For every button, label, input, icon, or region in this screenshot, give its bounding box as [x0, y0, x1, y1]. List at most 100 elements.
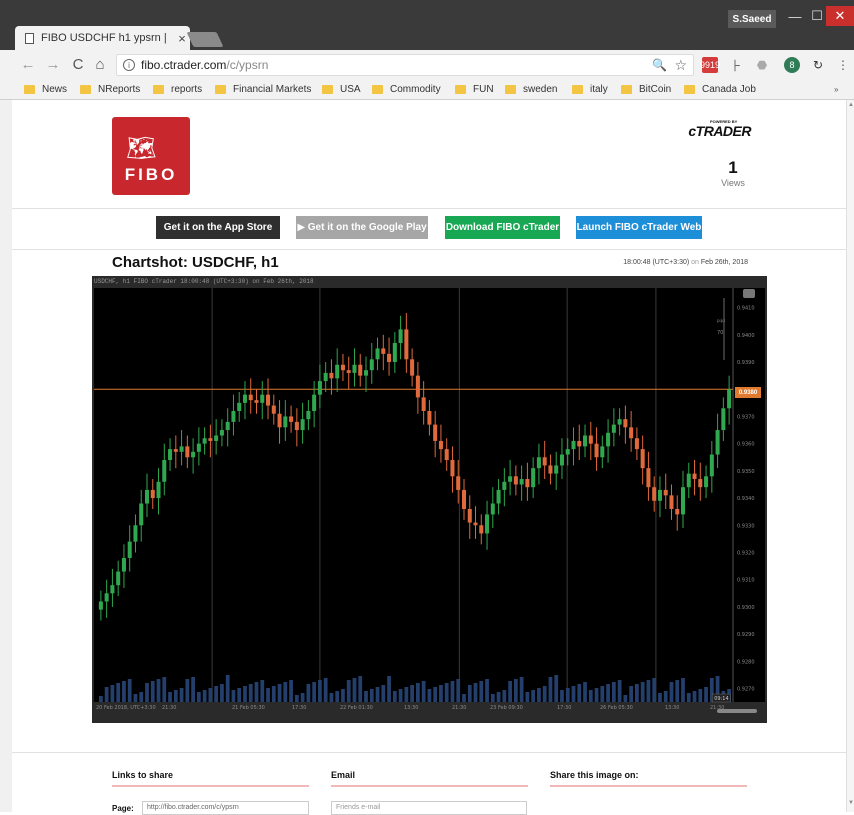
new-tab-button[interactable]	[186, 32, 224, 47]
volume-bar	[548, 677, 553, 702]
address-bar[interactable]: i fibo.ctrader.com/c/ypsrn 🔍 ☆	[116, 54, 694, 76]
forward-arrow-icon[interactable]: →	[45, 56, 61, 73]
volume-bar	[663, 691, 668, 702]
candle-body	[375, 348, 380, 360]
launch-web-button[interactable]: Launch FIBO cTrader Web	[576, 216, 702, 239]
volume-bar	[611, 682, 616, 702]
candle-body	[444, 449, 449, 460]
candle-body	[179, 446, 184, 452]
bookmark-fun[interactable]: FUN	[455, 84, 494, 95]
title-bar: FIBO USDCHF h1 ypsrn | × S.Saeed — ☐ ✕	[0, 0, 854, 50]
volume-bar	[640, 682, 645, 702]
puzzle-extension-icon[interactable]: ⬣	[754, 57, 770, 73]
candle-body	[173, 449, 178, 452]
volume-bar	[560, 690, 564, 702]
candle-body	[525, 479, 530, 488]
mail-extension-icon[interactable]: 9919	[700, 57, 720, 73]
page-scrollbar[interactable]: ▲ ▼	[846, 100, 854, 812]
fibo-logo[interactable]: 🗺 FIBO	[112, 117, 190, 195]
folder-icon	[215, 85, 226, 94]
bookmark-commodity[interactable]: Commodity	[372, 84, 441, 95]
volume-bar	[427, 689, 432, 702]
back-arrow-icon[interactable]: ←	[20, 56, 36, 73]
bookmark-financial-markets[interactable]: Financial Markets	[215, 84, 311, 95]
world-map-icon: 🗺	[126, 135, 157, 162]
volume-bar	[675, 680, 680, 702]
user-profile-badge[interactable]: S.Saeed	[728, 10, 776, 28]
range-unit-label: pips	[717, 318, 725, 323]
candle-body	[606, 432, 611, 447]
app-store-button[interactable]: Get it on the App Store	[156, 216, 280, 239]
bookmark-nreports[interactable]: NReports	[80, 84, 140, 95]
candle-body	[289, 416, 294, 422]
volume-bar	[122, 681, 126, 702]
candle-body	[329, 372, 334, 379]
friends-email-input[interactable]: Friends e-mail	[331, 801, 527, 815]
candle-body	[542, 457, 547, 466]
y-tick-label: 0.9340	[737, 496, 755, 502]
bookmark-bitcoin[interactable]: BitCoin	[621, 84, 671, 95]
y-tick-label: 0.9330	[737, 523, 755, 529]
y-tick-label: 0.9410	[737, 306, 755, 312]
candle-body	[485, 514, 490, 534]
folder-icon	[24, 85, 35, 94]
candle-body	[496, 489, 501, 504]
volume-bar	[450, 681, 455, 702]
bookmark-usa[interactable]: USA	[322, 84, 361, 95]
green-extension-icon[interactable]: 8	[784, 57, 800, 73]
candle-body	[531, 468, 536, 488]
candle-body	[675, 508, 680, 515]
folder-icon	[372, 85, 383, 94]
candle-body	[461, 489, 467, 509]
volume-bar	[629, 686, 634, 702]
browser-menu-icon[interactable]: ⋮	[835, 57, 851, 73]
bookmark-italy[interactable]: italy	[572, 84, 608, 95]
candle-body	[283, 416, 288, 428]
camera-icon[interactable]	[743, 289, 755, 298]
google-play-button[interactable]: ▶ Get it on the Google Play	[296, 216, 428, 239]
candle-body	[583, 435, 588, 447]
volume-bar	[266, 688, 270, 702]
bookmark-news[interactable]: News	[24, 84, 67, 95]
volume-bar	[698, 689, 703, 702]
folder-icon	[153, 85, 164, 94]
volume-bar	[202, 690, 207, 702]
home-icon[interactable]: ⌂	[92, 56, 108, 73]
scroll-up-icon[interactable]: ▲	[848, 102, 854, 108]
browser-tab[interactable]: FIBO USDCHF h1 ypsrn | ×	[15, 26, 190, 50]
views-label: Views	[721, 178, 745, 188]
candle-body	[686, 473, 691, 488]
zoom-icon[interactable]: 🔍	[652, 58, 667, 72]
volume-bar	[652, 678, 657, 702]
candle-body	[225, 421, 230, 431]
volume-bar	[191, 677, 195, 702]
scroll-down-icon[interactable]: ▼	[848, 800, 854, 806]
chart-scrollbar[interactable]	[632, 706, 762, 716]
chartshot-title: Chartshot: USDCHF, h1	[112, 254, 279, 271]
bookmarks-bar: News NReports reports Financial Markets …	[0, 80, 854, 100]
candle-body	[657, 489, 662, 501]
bookmark-reports[interactable]: reports	[153, 84, 202, 95]
pulse-extension-icon[interactable]: ⺊	[728, 57, 744, 73]
chart-scroll-thumb[interactable]	[717, 709, 757, 713]
reload-icon[interactable]: C	[70, 56, 86, 73]
candle-body	[116, 571, 121, 586]
bookmark-canada-job[interactable]: Canada Job	[684, 84, 756, 95]
close-window-button[interactable]: ✕	[826, 6, 854, 26]
folder-icon	[684, 85, 695, 94]
volume-bar	[248, 684, 253, 702]
info-icon[interactable]: i	[123, 59, 135, 71]
sync-extension-icon[interactable]: ↻	[810, 57, 826, 73]
candle-body	[663, 489, 668, 496]
candle-body	[600, 446, 605, 458]
bookmark-star-icon[interactable]: ☆	[674, 57, 687, 74]
candle-body	[698, 479, 703, 488]
download-ctrader-button[interactable]: Download FIBO cTrader	[445, 216, 560, 239]
volume-bar	[467, 685, 472, 702]
bookmark-sweden[interactable]: sweden	[505, 84, 557, 95]
volume-bar	[369, 689, 374, 702]
page-link-field[interactable]: http://fibo.ctrader.com/c/ypsrn	[142, 801, 309, 815]
bookmarks-overflow-icon[interactable]: »	[834, 85, 838, 94]
volume-bar	[364, 691, 368, 702]
candle-body	[271, 405, 276, 414]
